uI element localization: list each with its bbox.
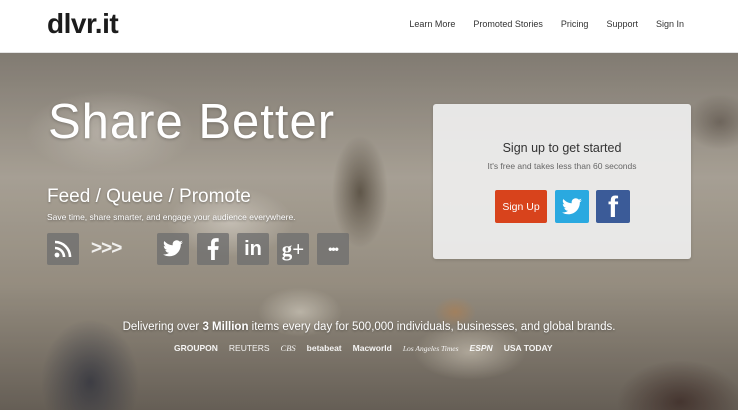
hero-title: Share Better <box>48 95 336 149</box>
logo[interactable]: dlvr.it <box>47 8 119 40</box>
signup-card-title: Sign up to get started <box>502 141 622 155</box>
reuters-logo: REUTERS <box>228 343 270 353</box>
nav-learn-more[interactable]: Learn More <box>409 19 455 29</box>
nav-promoted-stories[interactable]: Promoted Stories <box>473 19 543 29</box>
nav-pricing[interactable]: Pricing <box>561 19 589 29</box>
linkedin-icon[interactable]: in <box>237 233 269 265</box>
facebook-icon[interactable] <box>197 233 229 265</box>
top-header: dlvr.it Learn More Promoted Stories Pric… <box>0 0 738 53</box>
twitter-icon[interactable] <box>157 233 189 265</box>
more-icon[interactable]: ••• <box>317 233 349 265</box>
groupon-logo: GROUPON <box>174 343 218 353</box>
cbs-logo: CBS <box>280 343 296 353</box>
macworld-logo: Macworld <box>352 343 392 353</box>
espn-logo: ESPN <box>469 343 493 353</box>
la-times-logo: Los Angeles Times <box>402 343 459 353</box>
facebook-signup-button[interactable]: f <box>596 190 630 223</box>
twitter-signup-button[interactable] <box>555 190 589 223</box>
sign-up-button[interactable]: Sign Up <box>495 190 547 223</box>
betabeat-logo: betabeat <box>306 343 342 353</box>
signup-card-subtitle: It's free and takes less than 60 seconds <box>487 161 637 171</box>
twitter-icon <box>562 197 582 214</box>
delivery-stats: Delivering over 3 Million items every da… <box>122 321 616 333</box>
nav-sign-in[interactable]: Sign In <box>656 19 684 29</box>
nav-support[interactable]: Support <box>606 19 638 29</box>
usa-today-logo: USA TODAY <box>503 343 553 353</box>
signup-card: Sign up to get started It's free and tak… <box>433 104 691 259</box>
hero-description: Save time, share smarter, and engage you… <box>47 212 296 222</box>
arrows-icon: >>> <box>91 238 122 259</box>
hero-subtitle: Feed / Queue / Promote <box>47 186 251 207</box>
rss-icon[interactable] <box>47 233 79 265</box>
facebook-icon: f <box>608 191 618 223</box>
google-plus-icon[interactable]: g+ <box>277 233 309 265</box>
brand-logos: GROUPON REUTERS CBS betabeat Macworld Lo… <box>174 343 553 353</box>
main-nav: Learn More Promoted Stories Pricing Supp… <box>409 19 684 29</box>
